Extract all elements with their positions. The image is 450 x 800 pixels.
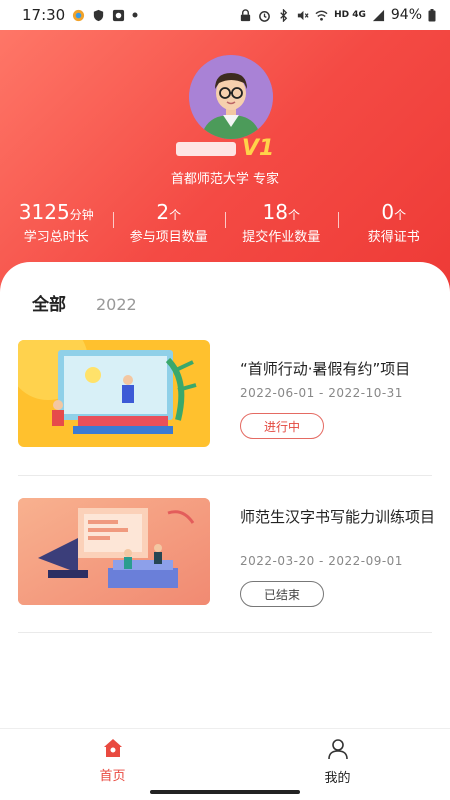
status-badge-ongoing[interactable]: 进行中 (240, 413, 324, 439)
nav-home-label: 首页 (99, 769, 126, 784)
project-date: 2022-03-20 - 2022-09-01 (240, 554, 403, 568)
shield-icon (94, 9, 104, 21)
project-title: 师范生汉字书写能力训练项目 (240, 508, 436, 526)
dot-icon (132, 12, 138, 18)
tab-all[interactable]: 全部 (32, 290, 66, 315)
profile-school: 首都师范大学 专家 (170, 172, 280, 187)
project-card[interactable]: “首师行动·暑假有约”项目 2022-06-01 - 2022-10-31 进行… (18, 340, 432, 480)
user-icon (327, 739, 348, 760)
project-date: 2022-06-01 - 2022-10-31 (240, 386, 403, 400)
screen: 17:30 HD 4G 94% V1 首都师范大学 专家 3125分钟 学习总时… (0, 0, 450, 800)
home-icon (103, 739, 122, 757)
stat-projects[interactable]: 2个 参与项目数量 (112, 200, 226, 245)
project-thumbnail (18, 340, 210, 447)
status-battery-text: 94% (390, 7, 422, 23)
gesture-bar (150, 790, 300, 794)
divider (18, 632, 432, 633)
profile-name: V1 (0, 136, 450, 161)
level-badge: V1 (241, 136, 275, 161)
summer-project-illustration (18, 340, 210, 447)
year-tabs: 全部 2022 (32, 290, 137, 315)
battery-icon (428, 8, 436, 21)
stat-homework[interactable]: 18个 提交作业数量 (225, 200, 338, 245)
stats-row: 3125分钟 学习总时长 2个 参与项目数量 18个 提交作业数量 0个 获得证… (0, 200, 450, 245)
project-title: “首师行动·暑假有约”项目 (240, 360, 411, 378)
divider (18, 475, 432, 476)
nav-profile-label: 我的 (324, 771, 351, 786)
status-bar: 17:30 HD 4G 94% (0, 0, 450, 30)
status-badge-ended[interactable]: 已结束 (240, 581, 324, 607)
tab-2022[interactable]: 2022 (96, 295, 137, 314)
media-icon (113, 9, 125, 21)
project-card[interactable]: 师范生汉字书写能力训练项目 2022-03-20 - 2022-09-01 已结… (18, 498, 436, 638)
signal-icon (372, 9, 384, 21)
app-notification-icon (73, 9, 85, 21)
project-thumbnail (18, 498, 210, 605)
writing-project-illustration (18, 498, 210, 605)
stat-certificates[interactable]: 0个 获得证书 (337, 200, 450, 245)
status-time: 17:30 (22, 6, 66, 24)
status-network: HD 4G (334, 10, 366, 20)
mute-icon (297, 10, 309, 20)
stat-study-time[interactable]: 3125分钟 学习总时长 (0, 200, 113, 245)
lock-icon (240, 8, 251, 21)
bluetooth-icon (280, 8, 288, 22)
avatar[interactable] (189, 55, 273, 139)
avatar-illustration (189, 55, 273, 139)
wifi-icon (315, 10, 328, 21)
name-redacted (175, 141, 236, 156)
alarm-icon (259, 10, 270, 22)
